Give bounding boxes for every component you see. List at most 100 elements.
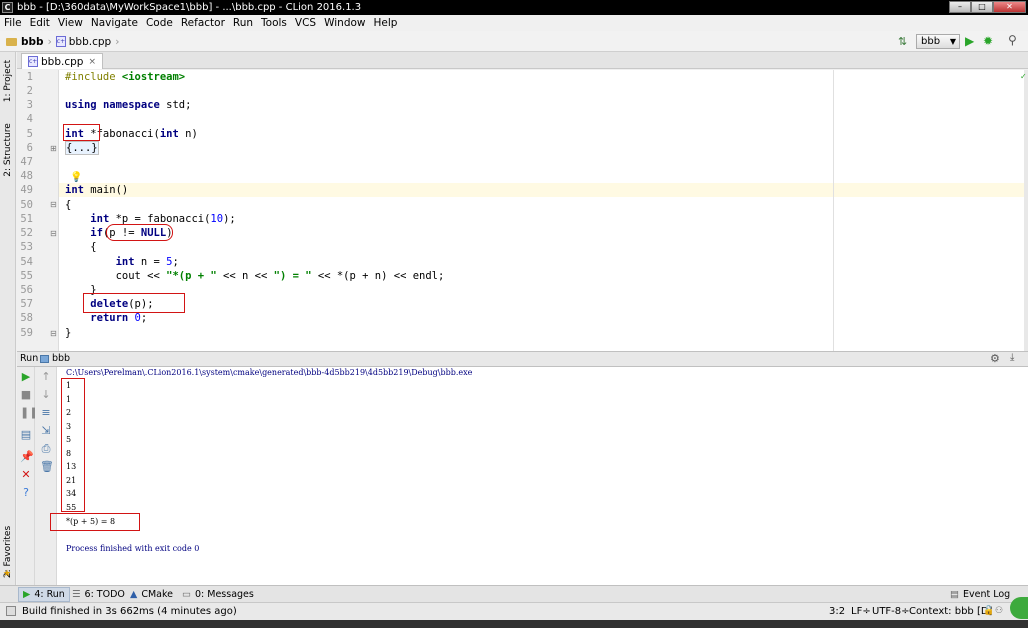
menu-help[interactable]: Help (370, 15, 402, 31)
scroll-to-end-icon[interactable]: ⇲ (40, 425, 52, 437)
tab-messages-label: 0: Messages (194, 589, 254, 600)
tab-event-log[interactable]: ▤ Event Log (946, 587, 1014, 602)
annotation-box (83, 293, 185, 313)
code-line-6: {...} (65, 141, 99, 155)
console-finished-line: Process finished with exit code 0 (66, 544, 200, 553)
menu-vcs[interactable]: VCS (291, 15, 320, 31)
include-directive: #include (65, 71, 122, 83)
line-number: 54 (20, 256, 33, 268)
fold-marker-icon[interactable]: ⊟ (50, 200, 57, 209)
run-panel-title: Run (20, 353, 39, 364)
run-configuration-select[interactable]: bbb ▼ (916, 34, 960, 49)
run-panel-config[interactable]: bbb (52, 353, 70, 364)
dump-threads-icon[interactable]: ▤ (20, 429, 32, 441)
close-window-button[interactable]: ✕ (993, 1, 1026, 13)
code-line-53: { (65, 240, 96, 254)
code-text: n) (178, 128, 198, 140)
number-literal: 0 (128, 312, 141, 324)
navigation-bar: bbb › c+ bbb.cpp › ⇅ bbb ▼ ▶ ✹ ⚲ (0, 31, 1028, 52)
console-exe-path: C:\Users\Perelman\.CLion2016.1\system\cm… (66, 368, 473, 377)
line-number: 55 (20, 270, 33, 282)
current-line-highlight (59, 183, 1024, 197)
menu-edit[interactable]: Edit (26, 15, 54, 31)
annotation-box (63, 124, 100, 141)
rerun-icon[interactable]: ▶ (20, 371, 32, 383)
clear-all-icon[interactable]: 🗑 (40, 461, 54, 473)
code-editor[interactable]: 1 2 3 4 5 6 47 48 49 50 51 52 53 54 55 5… (17, 70, 1024, 351)
line-number: 51 (20, 213, 33, 225)
tab-run[interactable]: ▶ 4: Run (18, 587, 70, 602)
lock-icon[interactable]: 🔓 (983, 603, 994, 620)
tab-cmake[interactable]: ▲ CMake (126, 587, 177, 602)
breadcrumb: bbb › c+ bbb.cpp › (6, 34, 123, 49)
line-number-gutter: 1 2 3 4 5 6 47 48 49 50 51 52 53 54 55 5… (17, 70, 59, 351)
pin-icon[interactable]: 📌 (20, 451, 34, 463)
run-console[interactable]: C:\Users\Perelman\.CLion2016.1\system\cm… (50, 367, 1028, 585)
pause-icon[interactable]: ❚❚ (20, 407, 38, 419)
tab-todo[interactable]: ☰ 6: TODO (68, 587, 129, 602)
star-icon: ★ (3, 569, 12, 579)
status-message[interactable]: Build finished in 3s 662ms (4 minutes ag… (22, 603, 237, 620)
folded-region[interactable]: {...} (65, 141, 99, 155)
breadcrumb-project[interactable]: bbb (21, 36, 44, 48)
code-text: std; (159, 99, 192, 111)
keyword: int (115, 256, 135, 268)
menu-refactor[interactable]: Refactor (177, 15, 229, 31)
structure-tool-tab[interactable]: 2: Structure (0, 120, 16, 180)
string-literal: ") = " (273, 270, 312, 282)
close-tab-icon[interactable]: × (88, 57, 96, 67)
menu-window[interactable]: Window (320, 15, 369, 31)
help-icon[interactable]: ? (20, 487, 32, 499)
run-button[interactable]: ▶ (965, 34, 974, 48)
menu-run[interactable]: Run (229, 15, 257, 31)
chevron-down-icon: ▼ (949, 37, 956, 46)
tab-messages[interactable]: ▭ 0: Messages (178, 587, 258, 602)
run-icon: ▶ (23, 589, 31, 600)
menu-navigate[interactable]: Navigate (87, 15, 142, 31)
window-title: bbb - [D:\360data\MyWorkSpace1\bbb] - ..… (17, 2, 362, 13)
print-icon[interactable]: ⎙ (40, 443, 52, 455)
soft-wrap-icon[interactable]: ≡ (40, 407, 52, 419)
chevron-right-icon: › (115, 35, 120, 48)
hide-panel-icon[interactable]: ⤓ (1010, 352, 1014, 363)
caret-position[interactable]: 3:2 (829, 603, 845, 620)
gear-icon[interactable]: ⚙ (990, 352, 1000, 365)
maximize-button[interactable]: □ (971, 1, 993, 13)
fold-marker-icon[interactable]: ⊟ (50, 329, 57, 338)
event-log-icon: ▤ (950, 589, 959, 600)
lightbulb-icon[interactable]: 💡 (70, 172, 82, 183)
search-icon[interactable]: ⚲ (1008, 33, 1017, 47)
breadcrumb-file[interactable]: bbb.cpp (69, 36, 111, 48)
tab-bbb-cpp[interactable]: c+ bbb.cpp × (21, 53, 103, 69)
cpp-file-icon: c+ (28, 56, 38, 67)
tab-todo-label: 6: TODO (84, 589, 125, 600)
editor-tabs: c+ bbb.cpp × (17, 52, 1028, 69)
fold-marker-icon[interactable]: ⊞ (50, 144, 57, 153)
tab-cmake-label: CMake (141, 589, 173, 600)
keyword: if (90, 227, 103, 239)
vcs-update-icon[interactable]: ⇅ (898, 35, 907, 48)
arrow-down-icon[interactable]: ↓ (40, 389, 52, 401)
arrow-up-icon[interactable]: ↑ (40, 371, 52, 383)
minimize-button[interactable]: – (949, 1, 971, 13)
inspector-icon[interactable]: ⚇ (995, 603, 1003, 620)
line-number: 1 (26, 71, 33, 83)
fold-marker-icon[interactable]: ⊟ (50, 229, 57, 238)
todo-icon: ☰ (72, 589, 81, 600)
status-toggle-icon[interactable] (6, 606, 16, 616)
menu-code[interactable]: Code (142, 15, 177, 31)
code-text: ; (172, 256, 179, 268)
line-number: 58 (20, 312, 33, 324)
stop-icon[interactable]: ■ (20, 389, 32, 401)
menu-file[interactable]: File (0, 15, 26, 31)
menu-tools[interactable]: Tools (257, 15, 291, 31)
close-icon[interactable]: ✕ (20, 469, 32, 481)
code-text: cout << (115, 270, 167, 282)
menu-view[interactable]: View (54, 15, 87, 31)
debug-button[interactable]: ✹ (983, 34, 993, 48)
line-separator[interactable]: LF÷ (851, 603, 871, 620)
project-tool-tab[interactable]: 1: Project (0, 56, 16, 106)
keyword: using (65, 99, 97, 111)
resolve-context[interactable]: Context: bbb [D] (909, 603, 992, 620)
file-encoding[interactable]: UTF-8÷ (872, 603, 910, 620)
